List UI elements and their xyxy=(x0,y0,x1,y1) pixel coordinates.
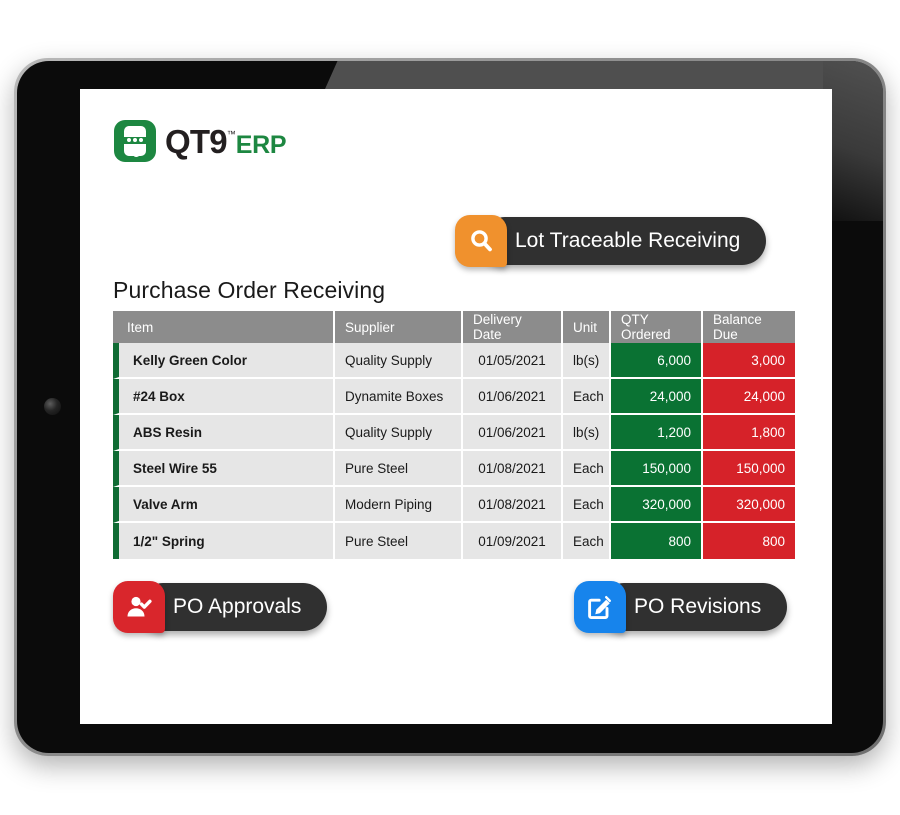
cell-qty-ordered: 1,200 xyxy=(611,415,703,451)
cell-unit: Each xyxy=(563,523,611,559)
column-header-supplier[interactable]: Supplier xyxy=(335,311,463,343)
cell-supplier: Dynamite Boxes xyxy=(335,379,463,415)
cell-qty-ordered: 24,000 xyxy=(611,379,703,415)
cell-unit: lb(s) xyxy=(563,343,611,379)
cell-item: 1/2" Spring xyxy=(113,523,335,559)
table-header-row: Item Supplier Delivery Date Unit QTY Ord… xyxy=(113,311,795,343)
badge-po-revisions[interactable]: PO Revisions xyxy=(574,581,788,633)
user-check-icon xyxy=(113,581,165,633)
cell-balance-due: 150,000 xyxy=(703,451,795,487)
table-row[interactable]: ABS Resin Quality Supply 01/06/2021 lb(s) 1,… xyxy=(113,415,795,451)
cell-balance-due: 320,000 xyxy=(703,487,795,523)
cell-unit: Each xyxy=(563,379,611,415)
cell-balance-due: 24,000 xyxy=(703,379,795,415)
cell-supplier: Pure Steel xyxy=(335,451,463,487)
cell-supplier: Quality Supply xyxy=(335,415,463,451)
cell-item: Steel Wire 55 xyxy=(113,451,335,487)
brand-wordmark: QT9 ™ ERP xyxy=(165,122,287,160)
cell-delivery-date: 01/08/2021 xyxy=(463,487,563,523)
column-header-unit[interactable]: Unit xyxy=(563,311,611,343)
bezel-glare-corner xyxy=(823,61,883,221)
table-row[interactable]: Steel Wire 55 Pure Steel 01/08/2021 Each 150… xyxy=(113,451,795,487)
search-icon xyxy=(455,215,507,267)
purchase-order-receiving-table: Item Supplier Delivery Date Unit QTY Ord… xyxy=(113,311,795,559)
cell-item: Valve Arm xyxy=(113,487,335,523)
badge-po-approvals[interactable]: PO Approvals xyxy=(113,581,328,633)
cell-item: #24 Box xyxy=(113,379,335,415)
cell-qty-ordered: 6,000 xyxy=(611,343,703,379)
cell-qty-ordered: 320,000 xyxy=(611,487,703,523)
tablet-bezel: QT9 ™ ERP Lot Traceable Receiving Purcha… xyxy=(17,61,883,753)
column-header-balance-due[interactable]: Balance Due xyxy=(703,311,795,343)
cell-supplier: Quality Supply xyxy=(335,343,463,379)
table-row[interactable]: Valve Arm Modern Piping 01/08/2021 Each 320,… xyxy=(113,487,795,523)
tablet-device: QT9 ™ ERP Lot Traceable Receiving Purcha… xyxy=(14,58,886,756)
cell-supplier: Pure Steel xyxy=(335,523,463,559)
cell-balance-due: 1,800 xyxy=(703,415,795,451)
column-header-delivery-date[interactable]: Delivery Date xyxy=(463,311,563,343)
cell-item: Kelly Green Color xyxy=(113,343,335,379)
cell-item: ABS Resin xyxy=(113,415,335,451)
qt9-logo-icon xyxy=(114,120,156,162)
badge-lot-traceable-receiving[interactable]: Lot Traceable Receiving xyxy=(455,215,767,267)
cell-delivery-date: 01/09/2021 xyxy=(463,523,563,559)
edit-square-icon xyxy=(574,581,626,633)
brand-logo: QT9 ™ ERP xyxy=(114,117,287,165)
badge-lot-traceable-receiving-label: Lot Traceable Receiving xyxy=(481,217,767,265)
cell-supplier: Modern Piping xyxy=(335,487,463,523)
table-row[interactable]: Kelly Green Color Quality Supply 01/05/202… xyxy=(113,343,795,379)
camera-lens-icon xyxy=(44,398,61,415)
column-header-item[interactable]: Item xyxy=(113,311,335,343)
cell-balance-due: 800 xyxy=(703,523,795,559)
page-title: Purchase Order Receiving xyxy=(113,277,386,303)
badge-po-revisions-label: PO Revisions xyxy=(600,583,788,631)
cell-unit: Each xyxy=(563,451,611,487)
cell-delivery-date: 01/05/2021 xyxy=(463,343,563,379)
table-row[interactable]: #24 Box Dynamite Boxes 01/06/2021 Each 24,00… xyxy=(113,379,795,415)
cell-unit: lb(s) xyxy=(563,415,611,451)
table-row[interactable]: 1/2" Spring Pure Steel 01/09/2021 Each 800 80… xyxy=(113,523,795,559)
brand-name-secondary: ERP xyxy=(235,130,287,159)
cell-qty-ordered: 150,000 xyxy=(611,451,703,487)
column-header-qty-ordered[interactable]: QTY Ordered xyxy=(611,311,703,343)
cell-delivery-date: 01/06/2021 xyxy=(463,415,563,451)
cell-balance-due: 3,000 xyxy=(703,343,795,379)
trademark-symbol: ™ xyxy=(226,128,236,139)
badge-po-approvals-label: PO Approvals xyxy=(139,583,328,631)
brand-name-primary: QT9 xyxy=(165,122,228,160)
tablet-screen: QT9 ™ ERP Lot Traceable Receiving Purcha… xyxy=(80,89,832,724)
cell-qty-ordered: 800 xyxy=(611,523,703,559)
cell-delivery-date: 01/08/2021 xyxy=(463,451,563,487)
cell-delivery-date: 01/06/2021 xyxy=(463,379,563,415)
cell-unit: Each xyxy=(563,487,611,523)
